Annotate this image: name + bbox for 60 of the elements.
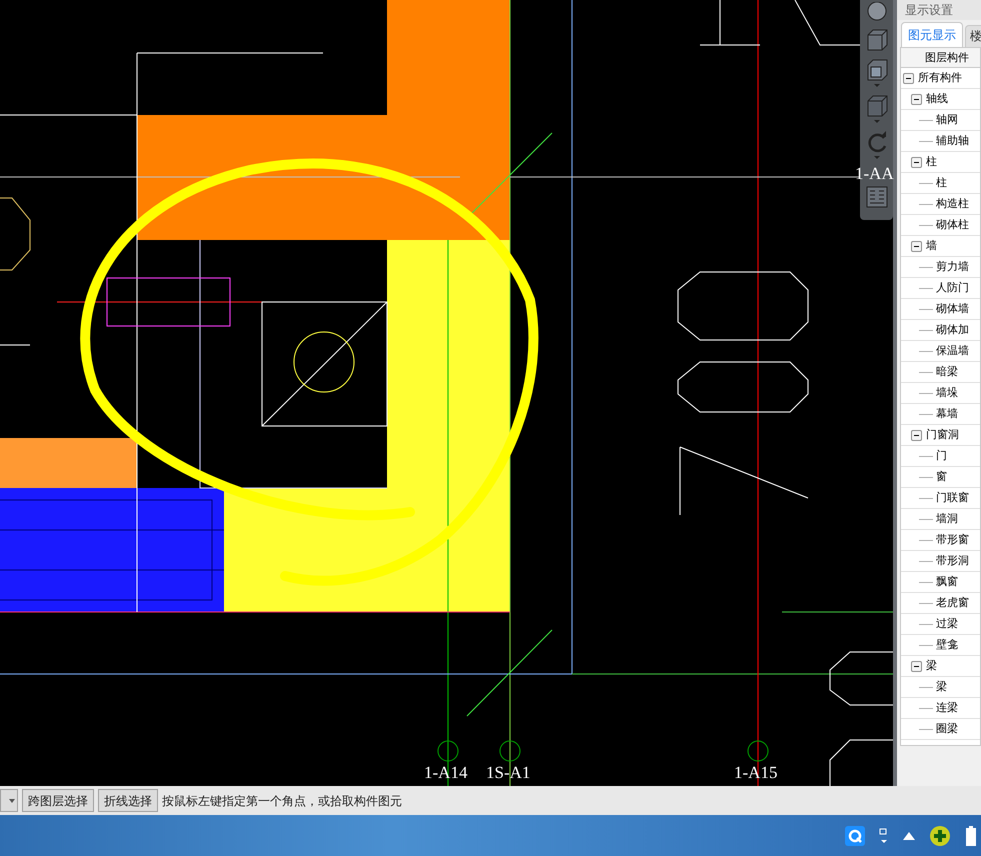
collapse-toggle[interactable] bbox=[911, 156, 922, 168]
window-restore-icon[interactable] bbox=[879, 826, 889, 846]
tree-item[interactable]: 人防门 bbox=[936, 280, 969, 296]
tree-item[interactable]: 轴网 bbox=[936, 112, 958, 128]
cube-solid-icon[interactable] bbox=[864, 94, 888, 124]
collapse-toggle[interactable] bbox=[911, 240, 922, 252]
panel-tab[interactable]: 图元显示 bbox=[901, 22, 963, 47]
column-header: 图层构件 bbox=[901, 48, 980, 68]
cube-outline-icon[interactable] bbox=[864, 58, 888, 88]
tree-item[interactable]: 连梁 bbox=[936, 700, 958, 716]
tree-item[interactable]: 老虎窗 bbox=[936, 594, 969, 612]
cube-3d-icon[interactable] bbox=[864, 28, 888, 52]
tree-item[interactable]: 幕墙 bbox=[936, 406, 958, 422]
tree-item[interactable]: 暗梁 bbox=[936, 364, 958, 380]
tree-item[interactable]: 剪力墙 bbox=[936, 258, 969, 276]
search-app-icon[interactable] bbox=[845, 826, 865, 846]
tree-item[interactable]: 砌体墙 bbox=[936, 300, 969, 318]
tree-item[interactable]: 门 bbox=[936, 448, 947, 464]
tree-item[interactable]: 轴线 bbox=[926, 90, 948, 108]
axis-label: 1-AA bbox=[855, 165, 894, 183]
tree-item[interactable]: 过梁 bbox=[936, 616, 958, 632]
collapse-toggle[interactable] bbox=[911, 660, 922, 672]
battery-icon[interactable] bbox=[965, 824, 977, 846]
tree-item[interactable]: 壁龛 bbox=[936, 636, 958, 654]
grid-layout-icon[interactable] bbox=[866, 186, 888, 208]
tree-item[interactable]: 墙垛 bbox=[936, 384, 958, 402]
collapse-toggle[interactable] bbox=[903, 72, 914, 84]
tree-item[interactable]: 所有构件 bbox=[918, 70, 962, 86]
collapse-toggle[interactable] bbox=[911, 94, 922, 104]
plus-badge-icon[interactable] bbox=[929, 824, 951, 846]
tree-item[interactable]: 构造柱 bbox=[936, 196, 969, 212]
tree-item[interactable]: 窗 bbox=[936, 468, 947, 486]
tree-item[interactable]: 保温墙 bbox=[936, 342, 969, 360]
tree-item[interactable]: 柱 bbox=[926, 154, 937, 170]
mode-dropdown[interactable] bbox=[0, 789, 18, 812]
column-circle bbox=[294, 332, 354, 392]
tree-item[interactable]: 门联窗 bbox=[936, 490, 969, 506]
axis-bubble bbox=[748, 740, 768, 762]
axis-bubble bbox=[438, 740, 458, 762]
tree-item[interactable]: 飘窗 bbox=[936, 574, 958, 590]
tree-item[interactable]: 圈梁 bbox=[936, 720, 958, 738]
tree-item[interactable]: 墙 bbox=[926, 238, 937, 254]
tree-item[interactable]: 墙洞 bbox=[936, 510, 958, 528]
panel-title: 显示设置 bbox=[897, 0, 981, 20]
collapse-toggle[interactable] bbox=[911, 430, 922, 440]
axis-bubble bbox=[500, 740, 520, 762]
tree-item[interactable]: 门窗洞 bbox=[926, 426, 959, 444]
tree-item[interactable]: 砌体柱 bbox=[936, 216, 969, 234]
tree-item[interactable]: 柱 bbox=[936, 174, 947, 192]
tree-item[interactable]: 梁 bbox=[926, 658, 937, 674]
caret-icon bbox=[9, 798, 15, 802]
tree-item[interactable]: 带形洞 bbox=[936, 552, 969, 570]
caret-up-icon[interactable] bbox=[903, 832, 915, 840]
tree-item[interactable]: 砌体加 bbox=[936, 322, 969, 338]
toolbar-button[interactable]: 折线选择 bbox=[98, 789, 158, 812]
command-prompt: 按鼠标左键指定第一个角点，或拾取构件图元 bbox=[162, 792, 402, 810]
tree-item[interactable]: 辅助轴 bbox=[936, 132, 969, 150]
toolbar-button[interactable]: 跨图层选择 bbox=[22, 789, 94, 812]
tree-item[interactable]: 带形窗 bbox=[936, 532, 969, 548]
tree-item[interactable]: 梁 bbox=[936, 678, 947, 696]
